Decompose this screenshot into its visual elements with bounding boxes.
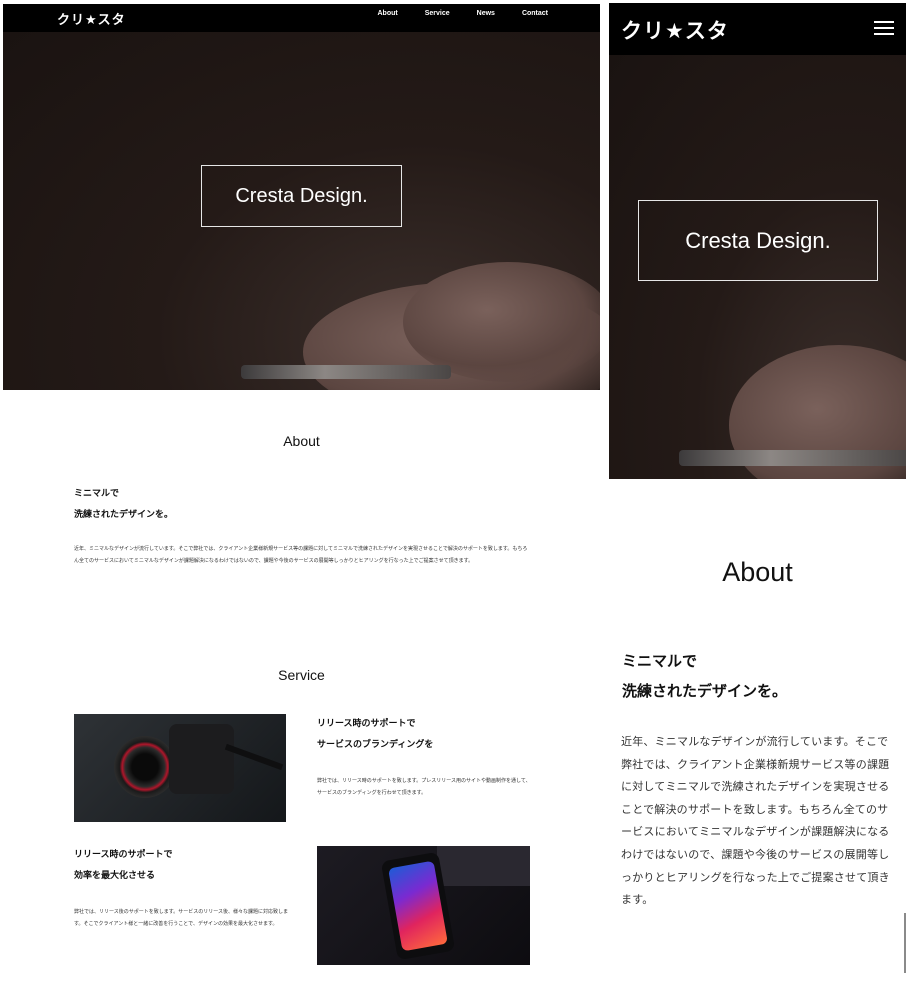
site-header: クリ★スタ About Service News Contact	[3, 4, 600, 32]
nav-link-contact[interactable]: Contact	[522, 10, 548, 17]
service-body-2: 弊社では、リリース後のサポートを致します。サービスのリリース後、様々な課題に対応…	[74, 909, 289, 927]
hamburger-icon[interactable]	[874, 21, 894, 37]
smartphone-image	[317, 846, 530, 965]
service-heading-1-line2: サービスのブランディングを	[317, 740, 434, 750]
service-title: Service	[278, 667, 325, 683]
mobile-about-heading-line2: 洗練されたデザインを。	[622, 682, 788, 700]
nav-link-about[interactable]: About	[378, 10, 398, 17]
mobile-logo[interactable]: クリ★スタ	[621, 15, 729, 45]
hand-image	[403, 262, 600, 382]
about-body: 近年、ミニマルなデザインが流行しています。そこで弊社では、クライアント企業様新規…	[74, 546, 528, 564]
main-nav: About Service News Contact	[351, 10, 549, 17]
service-heading-1-line1: リリース時のサポートで	[317, 719, 416, 729]
camera-body	[169, 724, 234, 794]
about-heading-line2: 洗練されたデザインを。	[74, 510, 174, 520]
camera-lens	[114, 736, 176, 798]
mobile-about-title: About	[722, 557, 793, 587]
mobile-hero-title: Cresta Design.	[638, 200, 878, 281]
scrollbar[interactable]	[904, 913, 906, 973]
nav-link-news[interactable]: News	[477, 10, 495, 17]
service-heading-2-line2: 効率を最大化させる	[74, 871, 156, 881]
mobile-about-heading-line1: ミニマルで	[622, 652, 698, 670]
service-heading-2: リリース時のサポートで 効率を最大化させる	[74, 845, 173, 887]
mobile-header: クリ★スタ	[609, 3, 906, 55]
phone-image	[241, 365, 451, 379]
hamburger-line	[874, 33, 894, 35]
keyboard-shape	[437, 846, 530, 886]
hero-title: Cresta Design.	[201, 165, 402, 227]
service-heading-2-line1: リリース時のサポートで	[74, 850, 173, 860]
camera-image	[74, 714, 286, 822]
about-heading: ミニマルで 洗練されたデザインを。	[74, 484, 173, 526]
about-title: About	[283, 433, 320, 449]
mobile-hero-section: Cresta Design.	[609, 55, 906, 479]
desktop-view: クリ★スタ About Service News Contact Cresta …	[3, 4, 600, 994]
site-logo[interactable]: クリ★スタ	[57, 9, 126, 28]
hero-section: Cresta Design.	[3, 32, 600, 390]
mobile-about-heading: ミニマルで 洗練されたデザインを。	[622, 646, 787, 706]
about-heading-line1: ミニマルで	[74, 489, 120, 499]
mobile-view: クリ★スタ Cresta Design. About ミニマルで 洗練されたデザ…	[609, 3, 906, 993]
nav-link-service[interactable]: Service	[425, 10, 450, 17]
mobile-about-body: 近年、ミニマルなデザインが流行しています。そこで弊社では、クライアント企業様新規…	[621, 735, 890, 907]
hamburger-line	[874, 21, 894, 23]
service-body-1: 弊社では、リリース時のサポートを致します。プレスリリース用のサイトや動画制作を通…	[317, 778, 531, 796]
service-heading-1: リリース時のサポートで サービスのブランディングを	[317, 714, 433, 756]
phone-image	[679, 450, 906, 466]
hamburger-line	[874, 27, 894, 29]
